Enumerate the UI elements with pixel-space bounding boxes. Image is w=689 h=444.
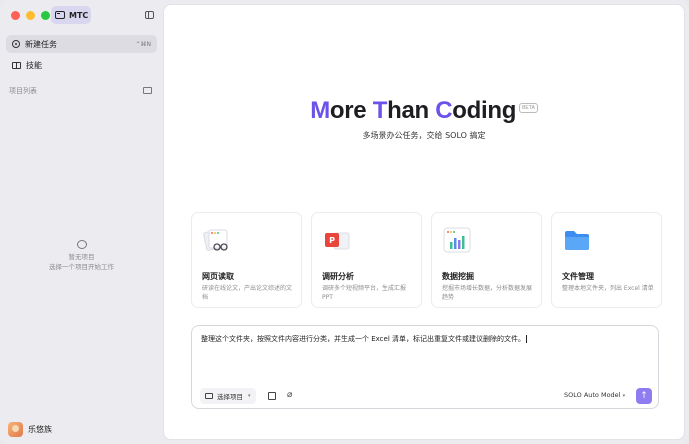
empty-title: 暂无项目: [68, 253, 95, 261]
send-button[interactable]: ↑: [636, 388, 652, 404]
card-title: 文件管理: [562, 272, 594, 281]
chevron-down-icon: ▾: [248, 393, 251, 399]
card-title: 数据挖掘: [442, 272, 474, 281]
empty-description: 选择一个项目开始工作: [49, 263, 114, 271]
web-reader-icon: [203, 229, 228, 251]
card-description: 调研多个短视频平台，生成汇报 PPT: [322, 285, 407, 301]
user-name: 乐悠族: [28, 425, 52, 434]
terminal-icon: [55, 11, 65, 19]
new-task-icon: [12, 40, 20, 48]
page-subtitle: 多场景办公任务，交给 SOLO 搞定: [362, 131, 486, 140]
title-word: oding: [452, 97, 517, 124]
user-profile[interactable]: 乐悠族: [8, 422, 52, 437]
select-project-label: 选择项目: [217, 393, 243, 401]
chevron-down-icon: ▾: [622, 393, 626, 399]
minimize-window-button[interactable]: [26, 11, 35, 20]
card-title: 调研分析: [322, 272, 354, 281]
beta-badge: BETA: [519, 103, 538, 113]
model-selector[interactable]: SOLO Auto Model ▾: [564, 391, 625, 399]
title-letter: T: [372, 97, 388, 124]
card-research[interactable]: P 调研分析 调研多个短视频平台，生成汇报 PPT: [311, 212, 422, 308]
prompt-text: 整理这个文件夹，按照文件内容进行分类，并生成一个 Excel 清单，标记出重复文…: [201, 335, 525, 343]
svg-text:P: P: [329, 236, 335, 245]
page-title: More Than Coding BETA: [164, 97, 684, 125]
card-description: 研读在线论文，产出论文综述的文档: [202, 285, 293, 301]
window-controls: [11, 11, 50, 20]
title-letter: C: [435, 97, 453, 124]
avatar: [8, 422, 23, 437]
title-letter: M: [310, 97, 330, 124]
app-switcher[interactable]: MTC: [51, 6, 91, 24]
main-panel: More Than Coding BETA 多场景办公任务，交给 SOLO 搞定 …: [163, 4, 685, 440]
maximize-window-button[interactable]: [41, 11, 50, 20]
attach-icon[interactable]: ⌀: [287, 390, 292, 400]
app-name: MTC: [69, 10, 89, 20]
add-folder-icon[interactable]: [143, 87, 152, 94]
sidebar-item-skills[interactable]: 技能: [6, 56, 157, 74]
empty-projects: 暂无项目 选择一个项目开始工作: [0, 240, 163, 272]
text-caret: [526, 335, 527, 343]
sidebar-item-label: 新建任务: [25, 39, 57, 49]
sidebar: MTC 新建任务 ⌃⌘N 技能 项目列表 暂无项目 选择一个项目开始工作 乐悠族: [0, 0, 163, 444]
close-window-button[interactable]: [11, 11, 20, 20]
ppt-icon: P: [325, 232, 350, 250]
select-project-button[interactable]: 选择项目 ▾: [200, 388, 256, 404]
model-name: SOLO Auto Model: [564, 391, 621, 399]
sidebar-item-new-task[interactable]: 新建任务 ⌃⌘N: [6, 35, 157, 53]
prompt-composer[interactable]: 整理这个文件夹，按照文件内容进行分类，并生成一个 Excel 清单，标记出重复文…: [191, 325, 659, 409]
project-list-heading: 项目列表: [9, 87, 37, 95]
sidebar-toggle-icon[interactable]: [145, 11, 154, 19]
bar-chart-icon: [443, 227, 471, 253]
card-description: 挖掘市场增长数据，分析数据发展趋势: [442, 285, 533, 301]
folder-icon: [205, 393, 213, 399]
sidebar-item-label: 技能: [26, 60, 42, 70]
app-window: MTC 新建任务 ⌃⌘N 技能 项目列表 暂无项目 选择一个项目开始工作 乐悠族…: [0, 0, 689, 444]
card-web-reading[interactable]: 网页读取 研读在线论文，产出论文综述的文档: [191, 212, 302, 308]
book-icon: [12, 61, 21, 69]
chat-bubble-icon: [76, 240, 87, 249]
arrow-up-icon: ↑: [640, 391, 648, 401]
prompt-input[interactable]: 整理这个文件夹，按照文件内容进行分类，并生成一个 Excel 清单，标记出重复文…: [201, 334, 527, 344]
shortcut-hint: ⌃⌘N: [135, 40, 151, 48]
card-file-management[interactable]: 文件管理 整理本地文件夹，列出 Excel 清单: [551, 212, 662, 308]
card-data-mining[interactable]: 数据挖掘 挖掘市场增长数据，分析数据发展趋势: [431, 212, 542, 308]
task-cards: 网页读取 研读在线论文，产出论文综述的文档 P 调研分析 调研多个短视频平台，生…: [191, 212, 662, 308]
title-word: ore: [329, 97, 373, 124]
title-word: han: [387, 97, 436, 124]
edit-icon[interactable]: [268, 392, 276, 400]
card-description: 整理本地文件夹，列出 Excel 清单: [562, 285, 654, 292]
card-title: 网页读取: [202, 272, 234, 281]
folder-icon: [565, 231, 589, 250]
